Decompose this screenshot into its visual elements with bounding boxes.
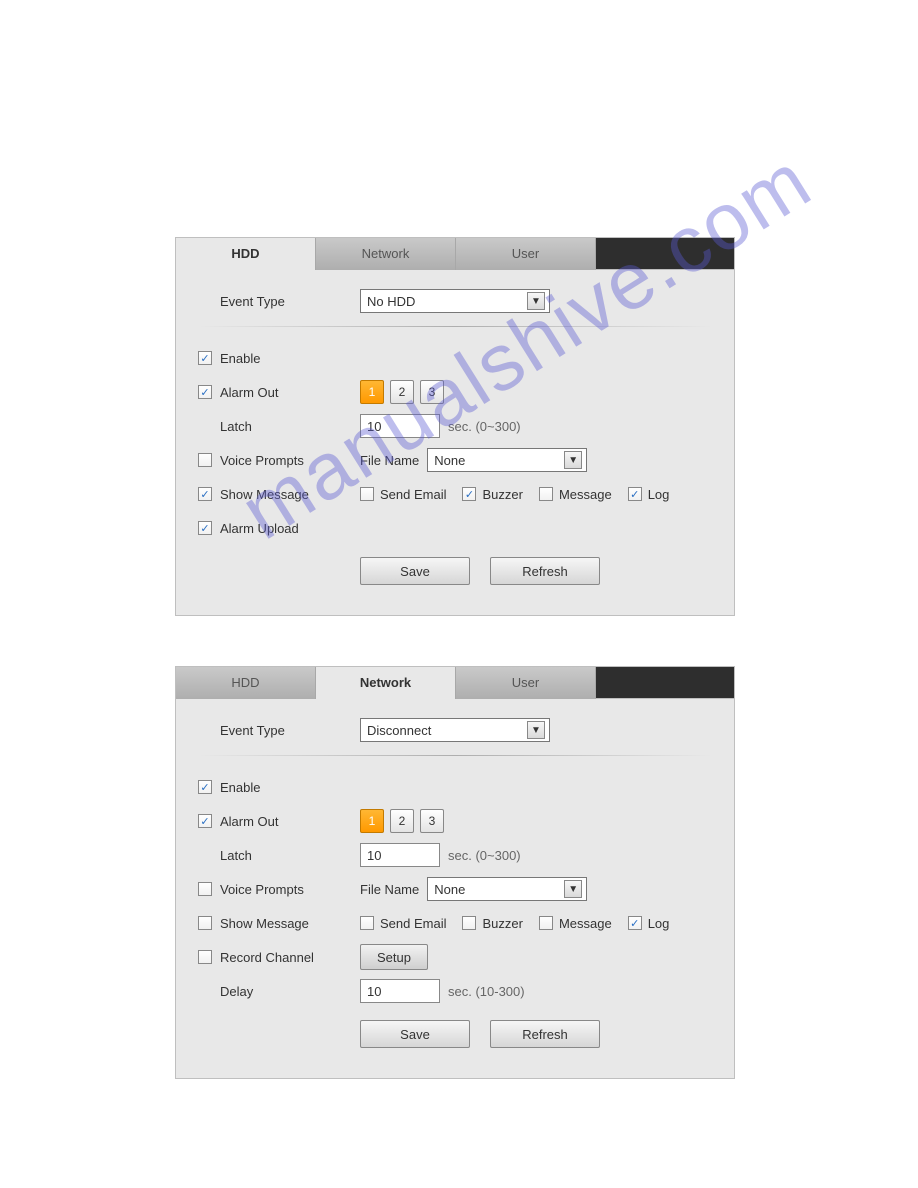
alarm-out-label: Alarm Out — [220, 385, 360, 400]
message-checkbox[interactable] — [539, 487, 553, 501]
chevron-down-icon: ▼ — [527, 292, 545, 310]
buzzer-checkbox[interactable] — [462, 487, 476, 501]
latch-label: Latch — [220, 419, 360, 434]
buzzer-checkbox[interactable] — [462, 916, 476, 930]
event-type-select[interactable]: Disconnect ▼ — [360, 718, 550, 742]
delay-hint: sec. (10-300) — [448, 984, 525, 999]
log-label: Log — [648, 916, 670, 931]
tab-spacer — [596, 667, 734, 698]
file-name-select[interactable]: None ▼ — [427, 877, 587, 901]
chevron-down-icon: ▼ — [564, 880, 582, 898]
latch-input[interactable]: 10 — [360, 414, 440, 438]
alarm-out-buttons: 1 2 3 — [360, 380, 444, 404]
alarm-out-3[interactable]: 3 — [420, 809, 444, 833]
show-message-label: Show Message — [220, 487, 360, 502]
voice-prompts-label: Voice Prompts — [220, 882, 360, 897]
log-label: Log — [648, 487, 670, 502]
alarm-out-checkbox[interactable] — [198, 814, 212, 828]
record-channel-label: Record Channel — [220, 950, 360, 965]
send-email-label: Send Email — [380, 487, 446, 502]
event-type-value: No HDD — [367, 294, 415, 309]
hdd-panel: HDD Network User Event Type No HDD ▼ Ena… — [175, 237, 735, 616]
message-label: Message — [559, 487, 612, 502]
event-type-value: Disconnect — [367, 723, 431, 738]
message-label: Message — [559, 916, 612, 931]
send-email-checkbox[interactable] — [360, 487, 374, 501]
network-panel: HDD Network User Event Type Disconnect ▼ — [175, 666, 735, 1079]
chevron-down-icon: ▼ — [564, 451, 582, 469]
show-message-checkbox[interactable] — [198, 487, 212, 501]
file-name-value: None — [434, 453, 465, 468]
alarm-out-buttons: 1 2 3 — [360, 809, 444, 833]
record-channel-checkbox[interactable] — [198, 950, 212, 964]
tab-user[interactable]: User — [456, 238, 596, 270]
message-checkbox[interactable] — [539, 916, 553, 930]
separator — [198, 326, 712, 327]
log-checkbox[interactable] — [628, 916, 642, 930]
alarm-out-1[interactable]: 1 — [360, 380, 384, 404]
tab-spacer — [596, 238, 734, 269]
event-type-label: Event Type — [220, 723, 360, 738]
enable-label: Enable — [220, 780, 360, 795]
latch-hint: sec. (0~300) — [448, 419, 521, 434]
save-button[interactable]: Save — [360, 557, 470, 585]
enable-checkbox[interactable] — [198, 780, 212, 794]
alarm-out-2[interactable]: 2 — [390, 380, 414, 404]
show-message-checkbox[interactable] — [198, 916, 212, 930]
file-name-select[interactable]: None ▼ — [427, 448, 587, 472]
tab-user[interactable]: User — [456, 667, 596, 699]
alarm-out-1[interactable]: 1 — [360, 809, 384, 833]
alarm-out-3[interactable]: 3 — [420, 380, 444, 404]
log-checkbox[interactable] — [628, 487, 642, 501]
voice-prompts-label: Voice Prompts — [220, 453, 360, 468]
alarm-out-checkbox[interactable] — [198, 385, 212, 399]
enable-checkbox[interactable] — [198, 351, 212, 365]
alarm-upload-checkbox[interactable] — [198, 521, 212, 535]
show-message-label: Show Message — [220, 916, 360, 931]
tab-row: HDD Network User — [176, 667, 734, 699]
alarm-upload-label: Alarm Upload — [220, 521, 360, 536]
send-email-label: Send Email — [380, 916, 446, 931]
file-name-label: File Name — [360, 882, 419, 897]
refresh-button[interactable]: Refresh — [490, 557, 600, 585]
latch-hint: sec. (0~300) — [448, 848, 521, 863]
chevron-down-icon: ▼ — [527, 721, 545, 739]
separator — [198, 755, 712, 756]
delay-label: Delay — [220, 984, 360, 999]
tab-hdd[interactable]: HDD — [176, 238, 316, 270]
save-button[interactable]: Save — [360, 1020, 470, 1048]
setup-button[interactable]: Setup — [360, 944, 428, 970]
enable-label: Enable — [220, 351, 360, 366]
alarm-out-label: Alarm Out — [220, 814, 360, 829]
tab-network[interactable]: Network — [316, 667, 456, 699]
event-type-label: Event Type — [220, 294, 360, 309]
latch-label: Latch — [220, 848, 360, 863]
tab-hdd[interactable]: HDD — [176, 667, 316, 699]
send-email-checkbox[interactable] — [360, 916, 374, 930]
file-name-label: File Name — [360, 453, 419, 468]
latch-input[interactable]: 10 — [360, 843, 440, 867]
voice-prompts-checkbox[interactable] — [198, 882, 212, 896]
event-type-select[interactable]: No HDD ▼ — [360, 289, 550, 313]
alarm-out-2[interactable]: 2 — [390, 809, 414, 833]
tab-row: HDD Network User — [176, 238, 734, 270]
file-name-value: None — [434, 882, 465, 897]
buzzer-label: Buzzer — [482, 916, 522, 931]
refresh-button[interactable]: Refresh — [490, 1020, 600, 1048]
buzzer-label: Buzzer — [482, 487, 522, 502]
voice-prompts-checkbox[interactable] — [198, 453, 212, 467]
delay-input[interactable]: 10 — [360, 979, 440, 1003]
tab-network[interactable]: Network — [316, 238, 456, 270]
